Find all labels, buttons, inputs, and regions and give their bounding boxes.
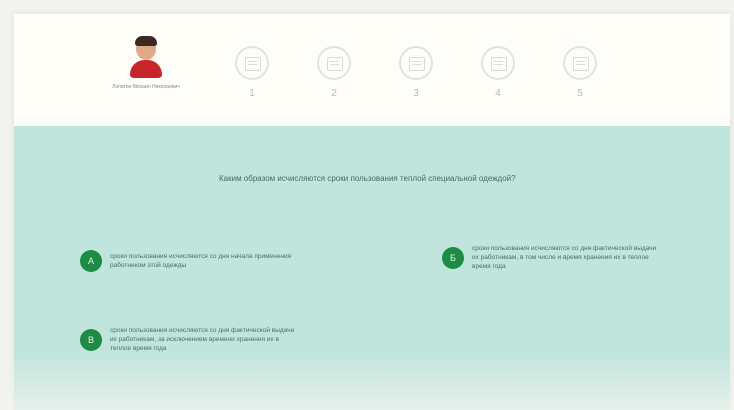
player-name: Лопатин Михаил Николаевич (112, 84, 180, 90)
answer-text: сроки пользования исчисляются со дня фак… (472, 245, 657, 270)
step-number: 2 (331, 88, 337, 99)
step-3[interactable]: 3 (396, 46, 436, 99)
step-number: 4 (495, 88, 501, 99)
answer-option-a[interactable]: А сроки пользования исчисляются со дня н… (80, 250, 300, 272)
answer-text: сроки пользования исчисляются со дня нач… (110, 253, 292, 269)
answer-text: сроки пользования исчисляются со дня фак… (110, 327, 295, 352)
document-icon (317, 46, 351, 80)
step-1[interactable]: 1 (232, 46, 272, 99)
avatar (128, 34, 164, 78)
step-number: 3 (413, 88, 419, 99)
step-2[interactable]: 2 (314, 46, 354, 99)
question-text: Каким образом исчисляются сроки пользова… (219, 174, 516, 183)
document-icon (481, 46, 515, 80)
avatar-hair (135, 36, 157, 46)
document-icon (563, 46, 597, 80)
answer-badge: В (80, 328, 102, 351)
question-panel: Каким образом исчисляются сроки пользова… (14, 126, 730, 410)
quiz-window: Лопатин Михаил Николаевич 1 2 3 4 5 Каки… (14, 14, 730, 410)
answer-badge: А (80, 250, 102, 272)
step-number: 5 (577, 88, 583, 99)
answer-badge: Б (442, 246, 464, 269)
document-icon (235, 46, 269, 80)
player-profile: Лопатин Михаил Николаевич (106, 34, 186, 91)
step-4[interactable]: 4 (478, 46, 518, 99)
answer-option-b[interactable]: Б сроки пользования исчисляются со дня ф… (442, 244, 662, 271)
progress-header: Лопатин Михаил Николаевич 1 2 3 4 5 (14, 14, 730, 126)
document-icon (399, 46, 433, 80)
step-number: 1 (249, 88, 255, 99)
avatar-body (130, 60, 162, 78)
answer-option-v[interactable]: В сроки пользования исчисляются со дня ф… (80, 326, 300, 353)
step-5[interactable]: 5 (560, 46, 600, 99)
